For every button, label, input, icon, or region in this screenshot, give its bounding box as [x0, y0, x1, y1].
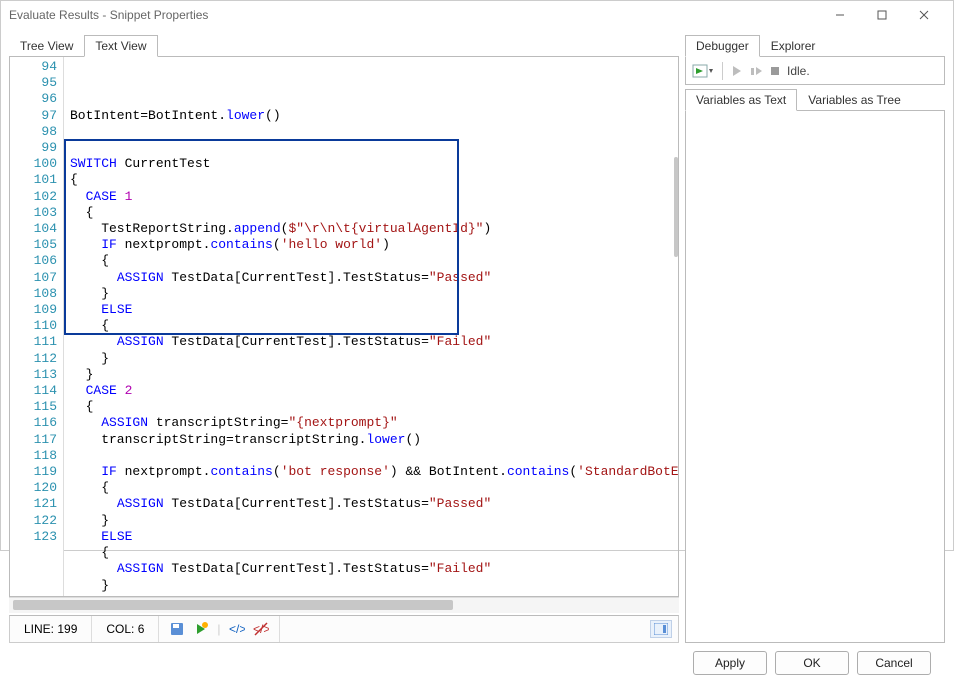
code-line[interactable]: }	[70, 578, 678, 594]
code-line[interactable]: {	[70, 399, 678, 415]
minimize-button[interactable]	[819, 1, 861, 29]
code-line[interactable]: {	[70, 205, 678, 221]
code-line[interactable]: TestReportString.append($"\r\n\t{virtual…	[70, 221, 678, 237]
code-line[interactable]: }	[70, 367, 678, 383]
code-line[interactable]: BotIntent=BotIntent.lower()	[70, 108, 678, 124]
code-line[interactable]: {	[70, 318, 678, 334]
window: Evaluate Results - Snippet Properties Tr…	[0, 0, 954, 551]
code-line[interactable]: IF nextprompt.contains('bot response') &…	[70, 464, 678, 480]
run-icon[interactable]	[193, 621, 209, 637]
code-line[interactable]: ELSE	[70, 529, 678, 545]
debug-state-label: Idle.	[787, 64, 810, 78]
scrollbar-vertical[interactable]	[674, 57, 678, 580]
status-icons: | </> </>	[159, 616, 279, 642]
code-line[interactable]: CASE 1	[70, 189, 678, 205]
titlebar: Evaluate Results - Snippet Properties	[1, 1, 953, 29]
tab-variables-tree[interactable]: Variables as Tree	[797, 89, 912, 110]
tab-text-view[interactable]: Text View	[84, 35, 157, 57]
maximize-button[interactable]	[861, 1, 903, 29]
save-icon[interactable]	[169, 621, 185, 637]
variables-tabs: Variables as Text Variables as Tree	[685, 89, 945, 111]
code-line[interactable]: ELSE	[70, 302, 678, 318]
code-line[interactable]	[70, 448, 678, 464]
dialog-body: Tree View Text View 94959697989910010110…	[1, 29, 953, 691]
code-line[interactable]: }	[70, 351, 678, 367]
main-row: Tree View Text View 94959697989910010110…	[9, 35, 945, 643]
code-line[interactable]	[70, 124, 678, 140]
code-tags-icon[interactable]: </>	[229, 621, 245, 637]
tab-variables-text[interactable]: Variables as Text	[685, 89, 797, 111]
svg-text:</>: </>	[229, 622, 245, 636]
play-icon[interactable]	[731, 64, 743, 78]
tab-debugger[interactable]: Debugger	[685, 35, 760, 57]
tab-explorer[interactable]: Explorer	[760, 35, 827, 56]
left-pane: Tree View Text View 94959697989910010110…	[9, 35, 679, 643]
status-col: COL: 6	[92, 616, 159, 642]
step-icon[interactable]	[749, 64, 763, 78]
right-tabs: Debugger Explorer	[685, 35, 945, 57]
cancel-button[interactable]: Cancel	[857, 651, 931, 675]
status-bar: LINE: 199 COL: 6 | </> </>	[9, 615, 679, 643]
code-line[interactable]: ASSIGN transcriptString="{nextprompt}"	[70, 415, 678, 431]
separator-icon: |	[217, 622, 220, 636]
code-line[interactable]: {	[70, 545, 678, 561]
code-line[interactable]	[70, 140, 678, 156]
dialog-footer: Apply OK Cancel	[9, 643, 945, 683]
code-line[interactable]: IF nextprompt.contains('hello world')	[70, 237, 678, 253]
code-line[interactable]: }	[70, 286, 678, 302]
code-line[interactable]: ASSIGN TestData[CurrentTest].TestStatus=…	[70, 561, 678, 577]
variables-area[interactable]	[685, 111, 945, 643]
code-line[interactable]: CASE 2	[70, 383, 678, 399]
code-line[interactable]: transcriptString=transcriptString.lower(…	[70, 432, 678, 448]
code-area: 9495969798991001011021031041051061071081…	[9, 57, 679, 597]
right-pane: Debugger Explorer Idle. Variables as Tex…	[685, 35, 945, 643]
code-line[interactable]: {	[70, 253, 678, 269]
line-gutter: 9495969798991001011021031041051061071081…	[10, 57, 64, 596]
clear-tags-icon[interactable]: </>	[253, 621, 269, 637]
code-line[interactable]: ASSIGN TestData[CurrentTest].TestStatus=…	[70, 270, 678, 286]
code-line[interactable]: {	[70, 172, 678, 188]
debug-start-icon[interactable]	[692, 63, 714, 79]
code-line[interactable]: ASSIGN TestData[CurrentTest].TestStatus=…	[70, 496, 678, 512]
status-line: LINE: 199	[10, 616, 92, 642]
code-line[interactable]: {	[70, 480, 678, 496]
code-line[interactable]: SWITCH CurrentTest	[70, 156, 678, 172]
stop-icon[interactable]	[769, 65, 781, 77]
close-button[interactable]	[903, 1, 945, 29]
tab-tree-view[interactable]: Tree View	[9, 35, 84, 56]
code-line[interactable]: ASSIGN TestData[CurrentTest].TestStatus=…	[70, 334, 678, 350]
code-editor[interactable]: BotIntent=BotIntent.lower() SWITCH Curre…	[64, 57, 678, 596]
scrollbar-horizontal[interactable]	[9, 597, 679, 613]
view-tabs: Tree View Text View	[9, 35, 679, 57]
window-title: Evaluate Results - Snippet Properties	[9, 8, 819, 22]
apply-button[interactable]: Apply	[693, 651, 767, 675]
code-line[interactable]: }	[70, 513, 678, 529]
ok-button[interactable]: OK	[775, 651, 849, 675]
debug-toolbar: Idle.	[685, 57, 945, 85]
panel-toggle-icon[interactable]	[650, 620, 672, 638]
